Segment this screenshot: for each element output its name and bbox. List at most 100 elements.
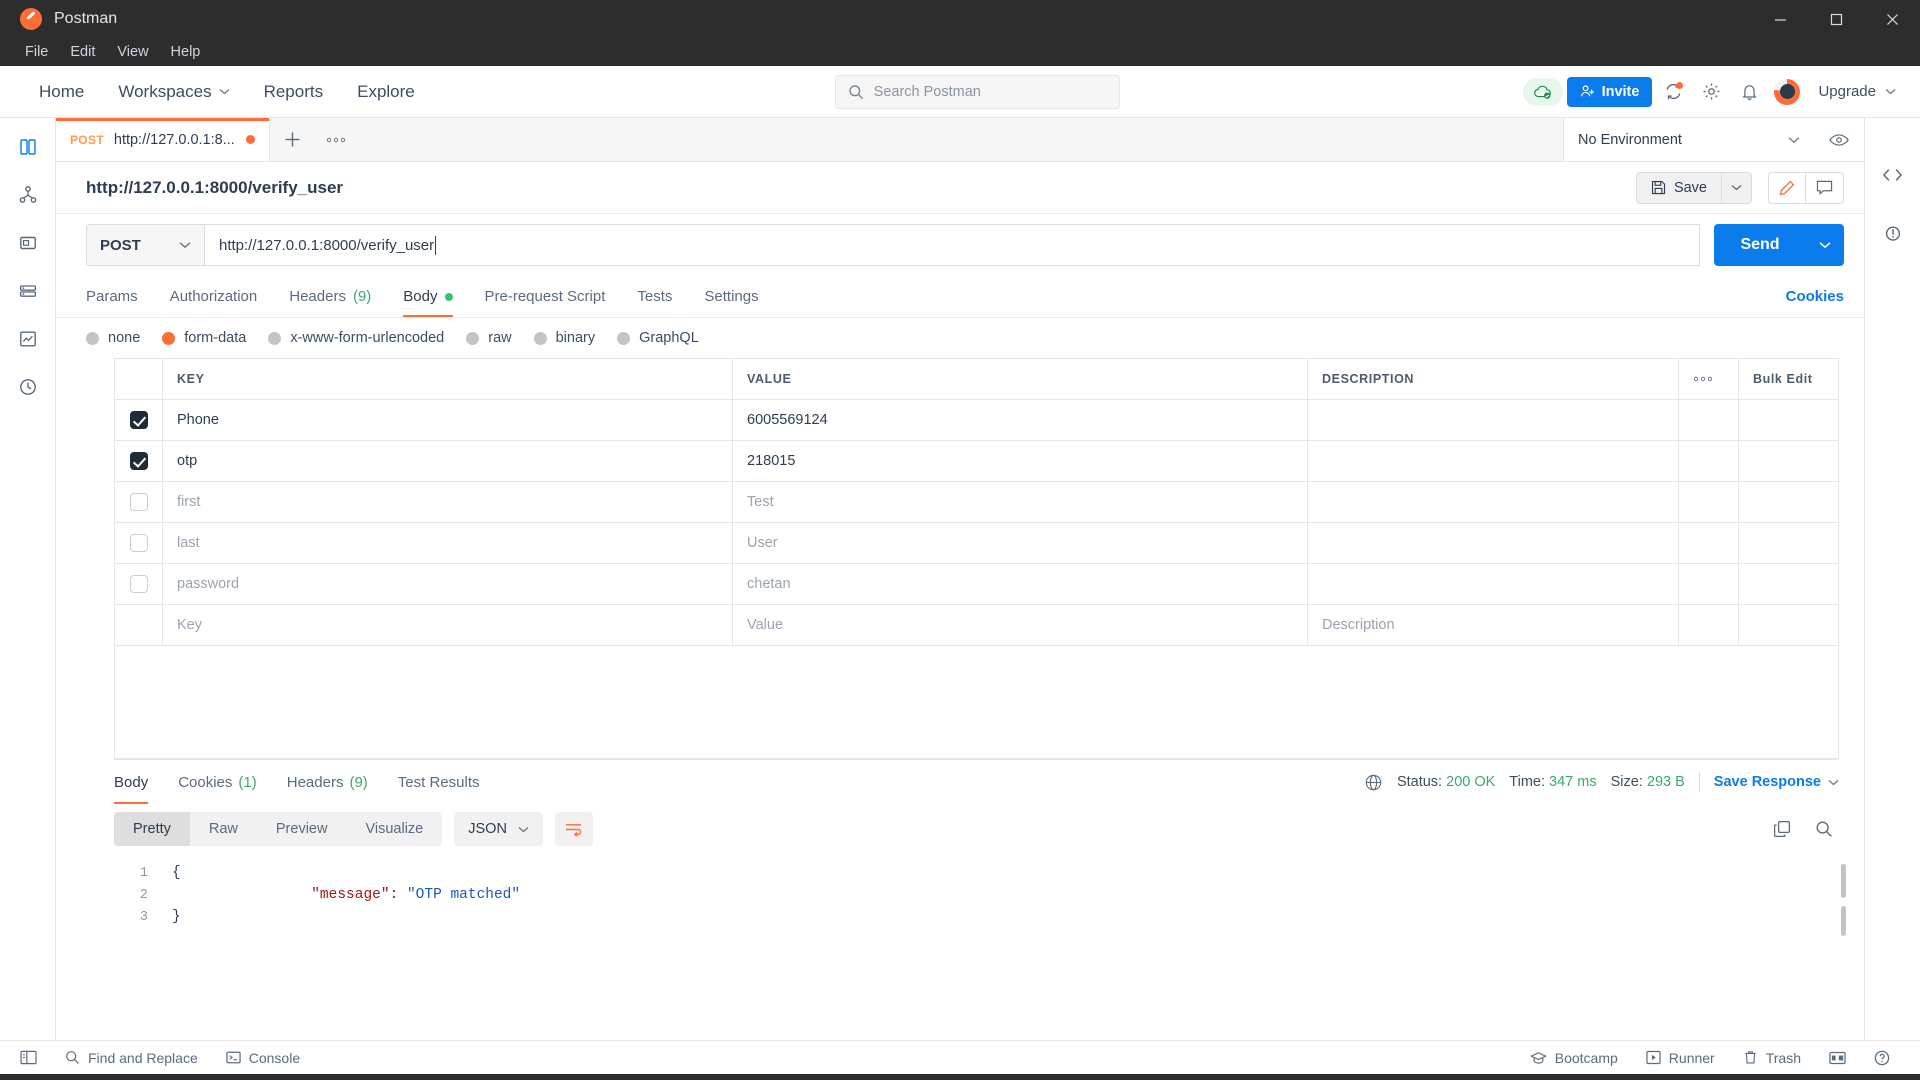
row-key[interactable]: Phone xyxy=(163,400,733,441)
row-description[interactable] xyxy=(1308,441,1679,482)
row-value[interactable]: User xyxy=(733,523,1308,564)
row-key[interactable]: last xyxy=(163,523,733,564)
send-button[interactable]: Send xyxy=(1714,224,1806,266)
row-value-placeholder[interactable]: Value xyxy=(733,605,1308,646)
row-description[interactable] xyxy=(1308,400,1679,441)
code-snippet-icon[interactable] xyxy=(1876,158,1910,192)
menu-item-edit[interactable]: Edit xyxy=(59,38,106,66)
request-tab[interactable]: POST http://127.0.0.1:8... xyxy=(56,118,270,161)
row-checkbox[interactable] xyxy=(115,441,163,482)
response-format-selector[interactable]: JSON xyxy=(454,812,543,846)
menu-item-file[interactable]: File xyxy=(14,38,59,66)
bulk-edit-button[interactable]: Bulk Edit xyxy=(1739,359,1839,400)
environment-quick-look-eye-icon[interactable] xyxy=(1814,118,1864,161)
window-minimize-button[interactable] xyxy=(1752,0,1808,38)
cloud-synced-icon[interactable] xyxy=(1523,78,1563,106)
response-tab-test-results[interactable]: Test Results xyxy=(383,760,495,804)
search-input[interactable]: Search Postman xyxy=(835,75,1120,109)
row-checkbox[interactable] xyxy=(115,523,163,564)
tab-authorization[interactable]: Authorization xyxy=(154,276,274,317)
tab-tests[interactable]: Tests xyxy=(621,276,688,317)
bell-icon[interactable] xyxy=(1732,75,1766,109)
table-row[interactable]: last User xyxy=(115,523,1839,564)
mock-servers-icon[interactable] xyxy=(11,274,45,308)
body-type-form-data[interactable]: form-data xyxy=(162,330,246,346)
find-and-replace-button[interactable]: Find and Replace xyxy=(51,1050,212,1066)
console-button[interactable]: Console xyxy=(212,1050,314,1066)
row-description[interactable] xyxy=(1308,564,1679,605)
row-value[interactable]: 6005569124 xyxy=(733,400,1308,441)
response-scrollbar-thumb[interactable] xyxy=(1841,864,1846,898)
sync-icon[interactable] xyxy=(1656,75,1690,109)
tab-body[interactable]: Body xyxy=(387,276,468,317)
url-input[interactable]: http://127.0.0.1:8000/verify_user xyxy=(204,224,1700,266)
avatar[interactable] xyxy=(1770,75,1804,109)
body-type-raw[interactable]: raw xyxy=(466,330,511,346)
environments-icon[interactable] xyxy=(11,226,45,260)
row-key[interactable]: password xyxy=(163,564,733,605)
table-row[interactable]: otp 218015 xyxy=(115,441,1839,482)
tab-params[interactable]: Params xyxy=(86,276,154,317)
runner-button[interactable]: Runner xyxy=(1632,1050,1729,1066)
response-body-viewer[interactable]: 1 { 2 "message": "OTP matched" 3 } xyxy=(56,854,1864,1040)
environment-selector[interactable]: No Environment xyxy=(1564,118,1814,161)
view-mode-raw[interactable]: Raw xyxy=(190,812,257,846)
row-value[interactable]: 218015 xyxy=(733,441,1308,482)
table-options-ellipsis-icon[interactable] xyxy=(1679,359,1739,400)
table-row-new[interactable]: Key Value Description xyxy=(115,605,1839,646)
window-close-button[interactable] xyxy=(1864,0,1920,38)
nav-item-workspaces[interactable]: Workspaces xyxy=(101,82,246,102)
layout-icon[interactable] xyxy=(1815,1051,1860,1065)
new-tab-button[interactable] xyxy=(270,118,314,161)
row-key[interactable]: otp xyxy=(163,441,733,482)
row-checkbox[interactable] xyxy=(115,564,163,605)
apis-icon[interactable] xyxy=(11,178,45,212)
bootcamp-button[interactable]: Bootcamp xyxy=(1516,1050,1632,1066)
request-comments-icon[interactable] xyxy=(1806,172,1844,204)
send-options-chevron-down-icon[interactable] xyxy=(1806,224,1844,266)
row-checkbox[interactable] xyxy=(115,482,163,523)
table-row[interactable]: Phone 6005569124 xyxy=(115,400,1839,441)
table-row[interactable]: first Test xyxy=(115,482,1839,523)
upgrade-button[interactable]: Upgrade xyxy=(1808,83,1906,100)
help-icon[interactable] xyxy=(1860,1050,1904,1066)
row-value[interactable]: chetan xyxy=(733,564,1308,605)
row-description[interactable] xyxy=(1308,482,1679,523)
copy-icon[interactable] xyxy=(1767,814,1797,844)
menu-item-help[interactable]: Help xyxy=(160,38,212,66)
request-name[interactable]: http://127.0.0.1:8000/verify_user xyxy=(86,178,343,198)
monitors-icon[interactable] xyxy=(11,322,45,356)
view-mode-preview[interactable]: Preview xyxy=(257,812,347,846)
gear-icon[interactable] xyxy=(1694,75,1728,109)
search-icon[interactable] xyxy=(1809,814,1839,844)
trash-button[interactable]: Trash xyxy=(1729,1050,1815,1066)
view-mode-visualize[interactable]: Visualize xyxy=(346,812,442,846)
tab-headers[interactable]: Headers (9) xyxy=(273,276,387,317)
row-checkbox[interactable] xyxy=(115,400,163,441)
body-type-x-www-form-urlencoded[interactable]: x-www-form-urlencoded xyxy=(268,330,444,346)
window-maximize-button[interactable] xyxy=(1808,0,1864,38)
body-type-graphql[interactable]: GraphQL xyxy=(617,330,699,346)
cookies-link[interactable]: Cookies xyxy=(1786,276,1844,317)
view-mode-pretty[interactable]: Pretty xyxy=(114,812,190,846)
http-method-selector[interactable]: POST xyxy=(86,224,204,266)
response-scrollbar-thumb-secondary[interactable] xyxy=(1841,906,1846,936)
row-value[interactable]: Test xyxy=(733,482,1308,523)
tab-pre-request-script[interactable]: Pre-request Script xyxy=(469,276,622,317)
history-icon[interactable] xyxy=(11,370,45,404)
body-type-binary[interactable]: binary xyxy=(534,330,596,346)
wrap-lines-icon[interactable] xyxy=(555,812,593,846)
nav-item-reports[interactable]: Reports xyxy=(247,82,341,102)
row-key-placeholder[interactable]: Key xyxy=(163,605,733,646)
row-description[interactable] xyxy=(1308,523,1679,564)
nav-item-explore[interactable]: Explore xyxy=(340,82,432,102)
tab-settings[interactable]: Settings xyxy=(688,276,774,317)
response-tab-body[interactable]: Body xyxy=(114,760,163,804)
response-tab-headers[interactable]: Headers (9) xyxy=(272,760,383,804)
response-tab-cookies[interactable]: Cookies (1) xyxy=(163,760,272,804)
save-options-chevron-down-icon[interactable] xyxy=(1722,172,1752,204)
invite-button[interactable]: Invite xyxy=(1567,77,1653,107)
edit-request-pencil-icon[interactable] xyxy=(1768,172,1806,204)
row-description-placeholder[interactable]: Description xyxy=(1308,605,1679,646)
save-button[interactable]: Save xyxy=(1636,172,1722,204)
